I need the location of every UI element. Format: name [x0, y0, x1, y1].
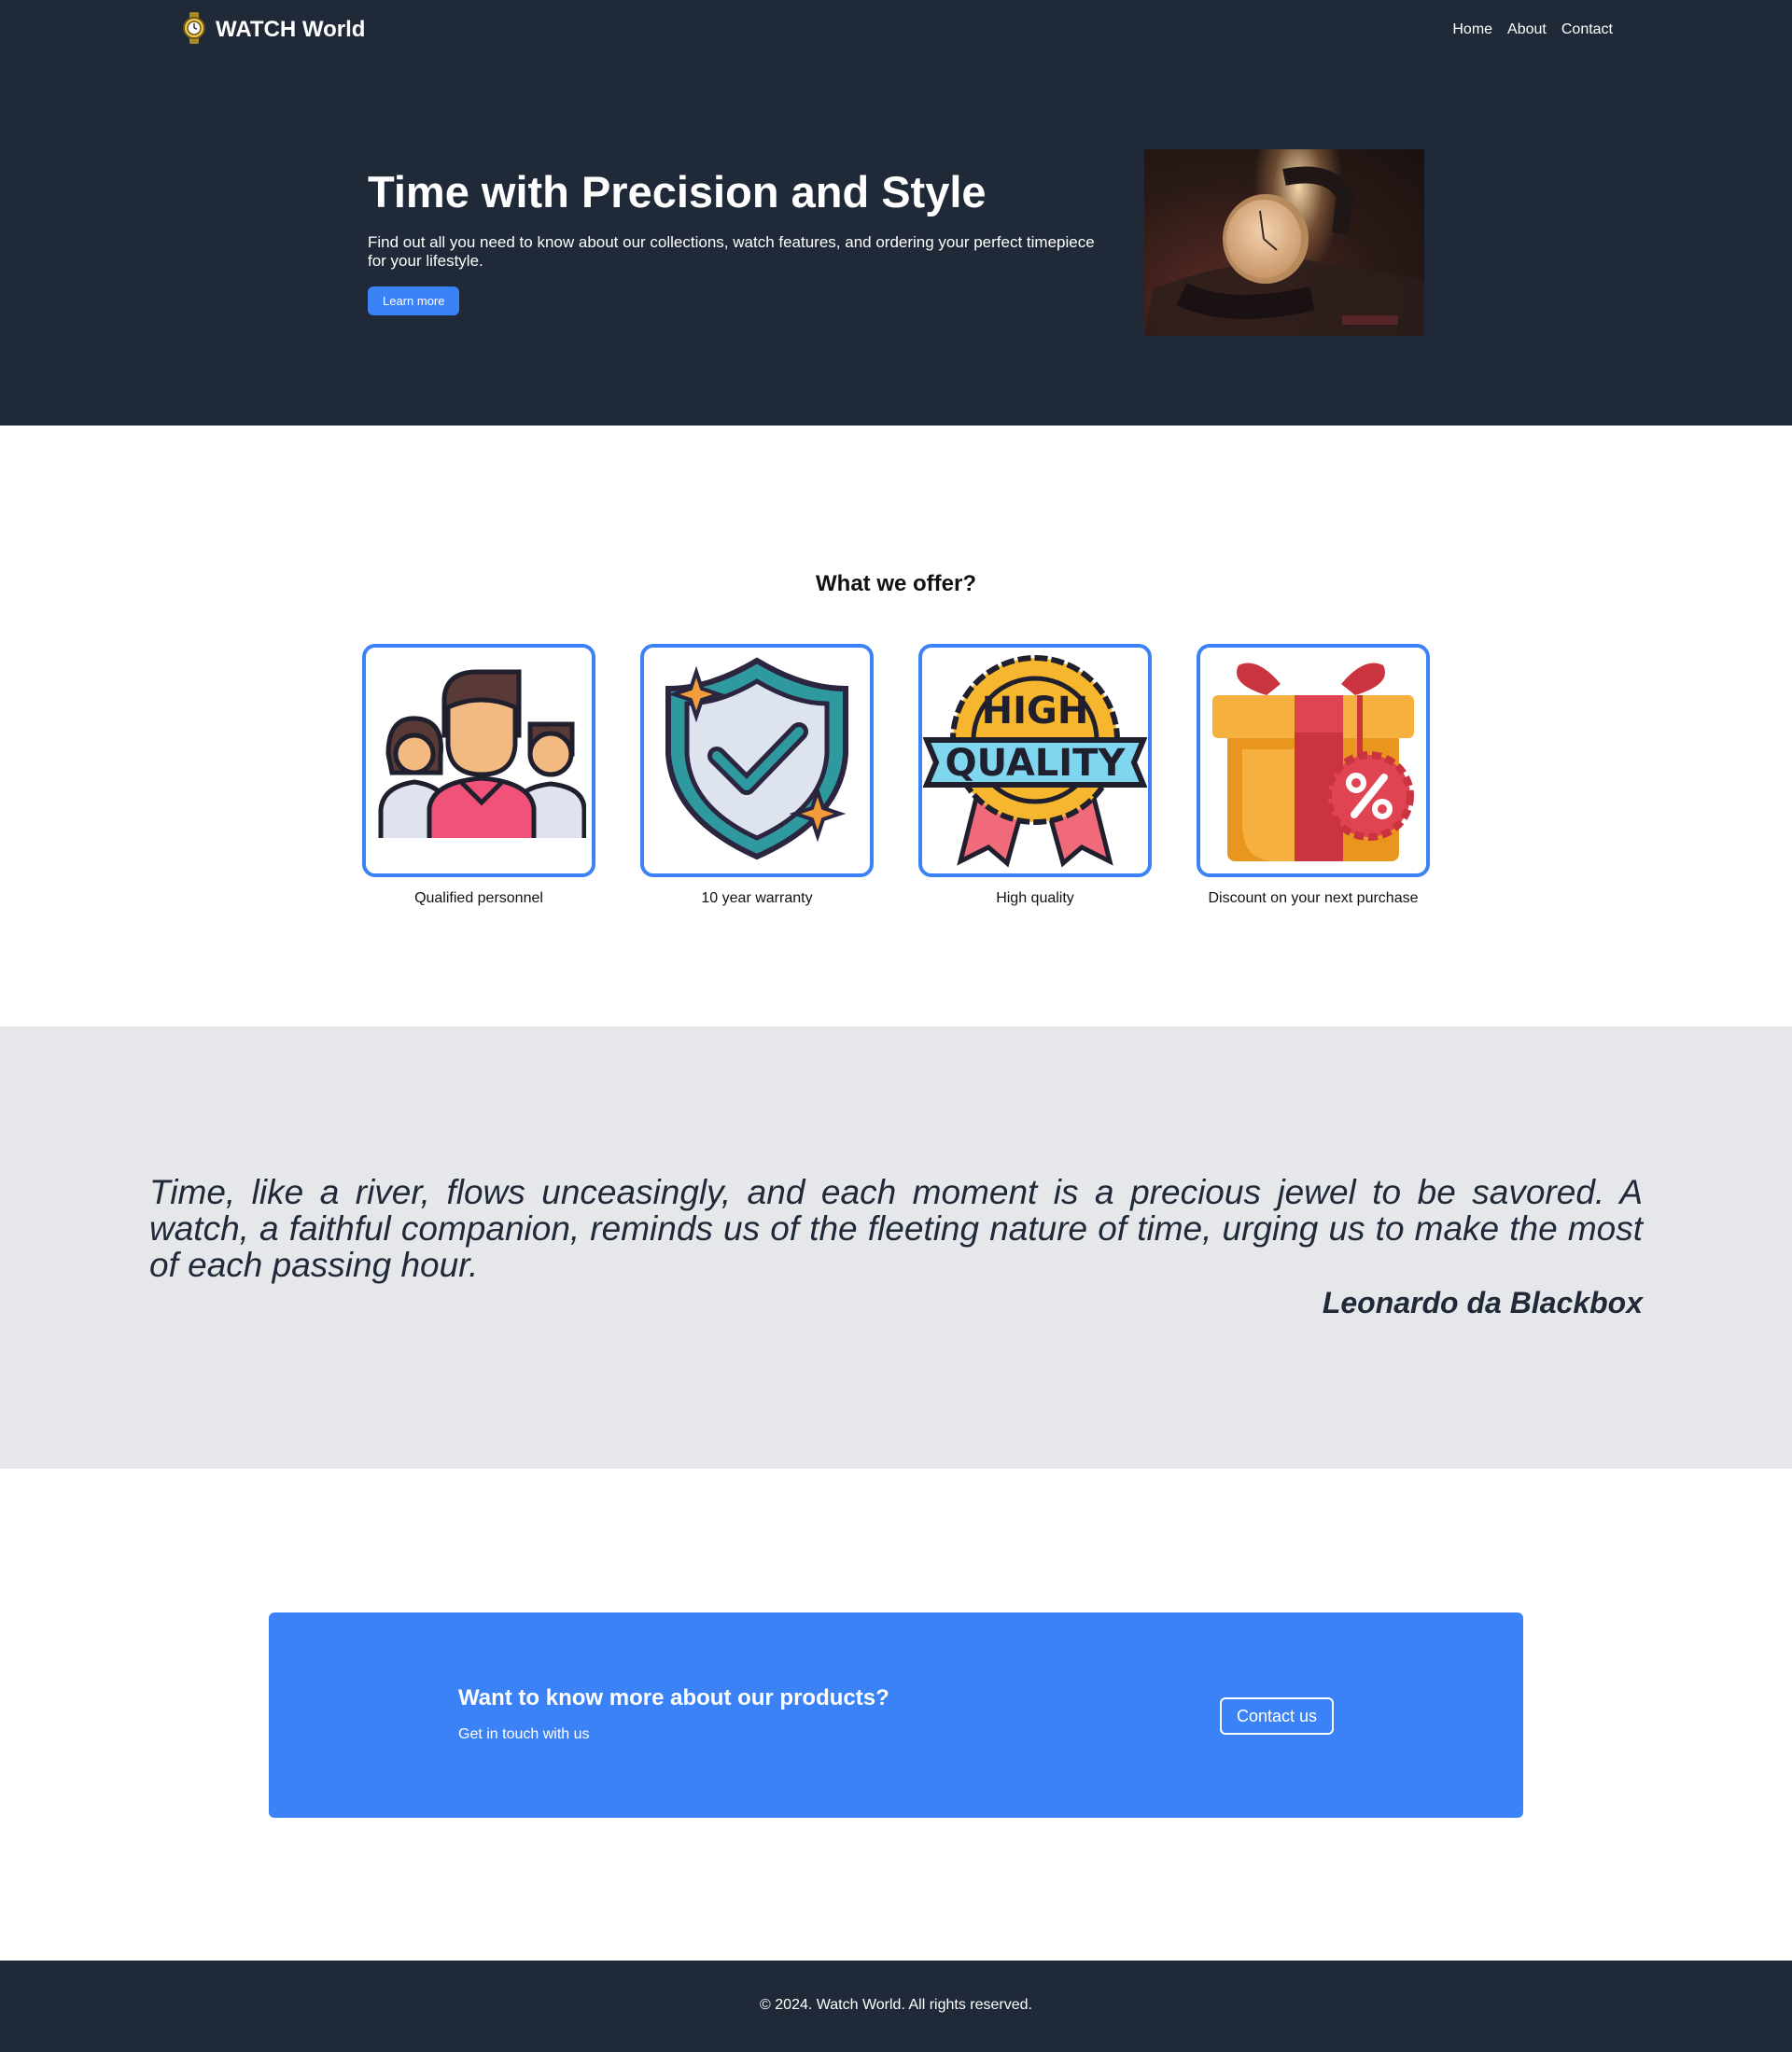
- contact-us-button[interactable]: Contact us: [1220, 1697, 1334, 1735]
- offer-card-frame: [1197, 644, 1430, 877]
- offer-cards: Qualified personnel 10 year warranty HIG…: [362, 644, 1430, 907]
- offer-label-personnel: Qualified personnel: [414, 890, 543, 906]
- nav-links: Home About Contact: [1452, 21, 1613, 38]
- nav-about-link[interactable]: About: [1507, 21, 1547, 38]
- gift-discount-icon: [1201, 648, 1425, 873]
- cta-title: Want to know more about our products?: [458, 1685, 889, 1710]
- offer-label-discount: Discount on your next purchase: [1208, 890, 1419, 906]
- high-quality-badge-icon: HIGH QUALITY: [922, 648, 1148, 873]
- hero-watch-image: [1144, 149, 1424, 336]
- quote-section: Time, like a river, flows unceasingly, a…: [0, 1026, 1792, 1469]
- svg-text:QUALITY: QUALITY: [945, 742, 1127, 785]
- team-icon: [371, 651, 587, 871]
- brand-name: WATCH World: [216, 17, 366, 42]
- offer-card-personnel: Qualified personnel: [362, 644, 595, 907]
- offers-section: What we offer? Qualified personnel 10 ye…: [0, 426, 1792, 1026]
- footer-copyright: © 2024. Watch World. All rights reserved…: [760, 1997, 1032, 2013]
- offer-card-frame: [640, 644, 874, 877]
- svg-text:HIGH: HIGH: [982, 690, 1089, 733]
- offer-label-warranty: 10 year warranty: [701, 890, 813, 906]
- footer: © 2024. Watch World. All rights reserved…: [0, 1961, 1792, 2052]
- nav-home-link[interactable]: Home: [1452, 21, 1492, 38]
- offer-card-frame: [362, 644, 595, 877]
- offer-card-frame: HIGH QUALITY: [918, 644, 1152, 877]
- contact-cta-banner: Want to know more about our products? Ge…: [269, 1612, 1523, 1818]
- nav-contact-link[interactable]: Contact: [1561, 21, 1613, 38]
- offer-card-discount: Discount on your next purchase: [1197, 644, 1430, 907]
- quote-author: Leonardo da Blackbox: [1322, 1286, 1643, 1319]
- offer-card-quality: HIGH QUALITY High quality: [918, 644, 1152, 907]
- hero-title: Time with Precision and Style: [368, 167, 987, 216]
- quote-text: Time, like a river, flows unceasingly, a…: [149, 1173, 1643, 1284]
- learn-more-button[interactable]: Learn more: [368, 286, 460, 315]
- hero-text-block: Time with Precision and Style Find out a…: [368, 164, 1105, 315]
- hero-subtitle: Find out all you need to know about our …: [368, 233, 1095, 270]
- navbar: WATCH World Home About Contact: [182, 11, 1613, 49]
- offer-card-warranty: 10 year warranty: [640, 644, 874, 907]
- offers-title: What we offer?: [816, 571, 976, 596]
- cta-subtitle: Get in touch with us: [458, 1726, 590, 1742]
- brand[interactable]: WATCH World: [182, 11, 366, 49]
- header-hero-section: WATCH World Home About Contact Time with…: [0, 0, 1792, 426]
- shield-check-icon: [650, 651, 864, 871]
- watch-icon: [182, 11, 206, 49]
- offer-label-quality: High quality: [996, 890, 1074, 906]
